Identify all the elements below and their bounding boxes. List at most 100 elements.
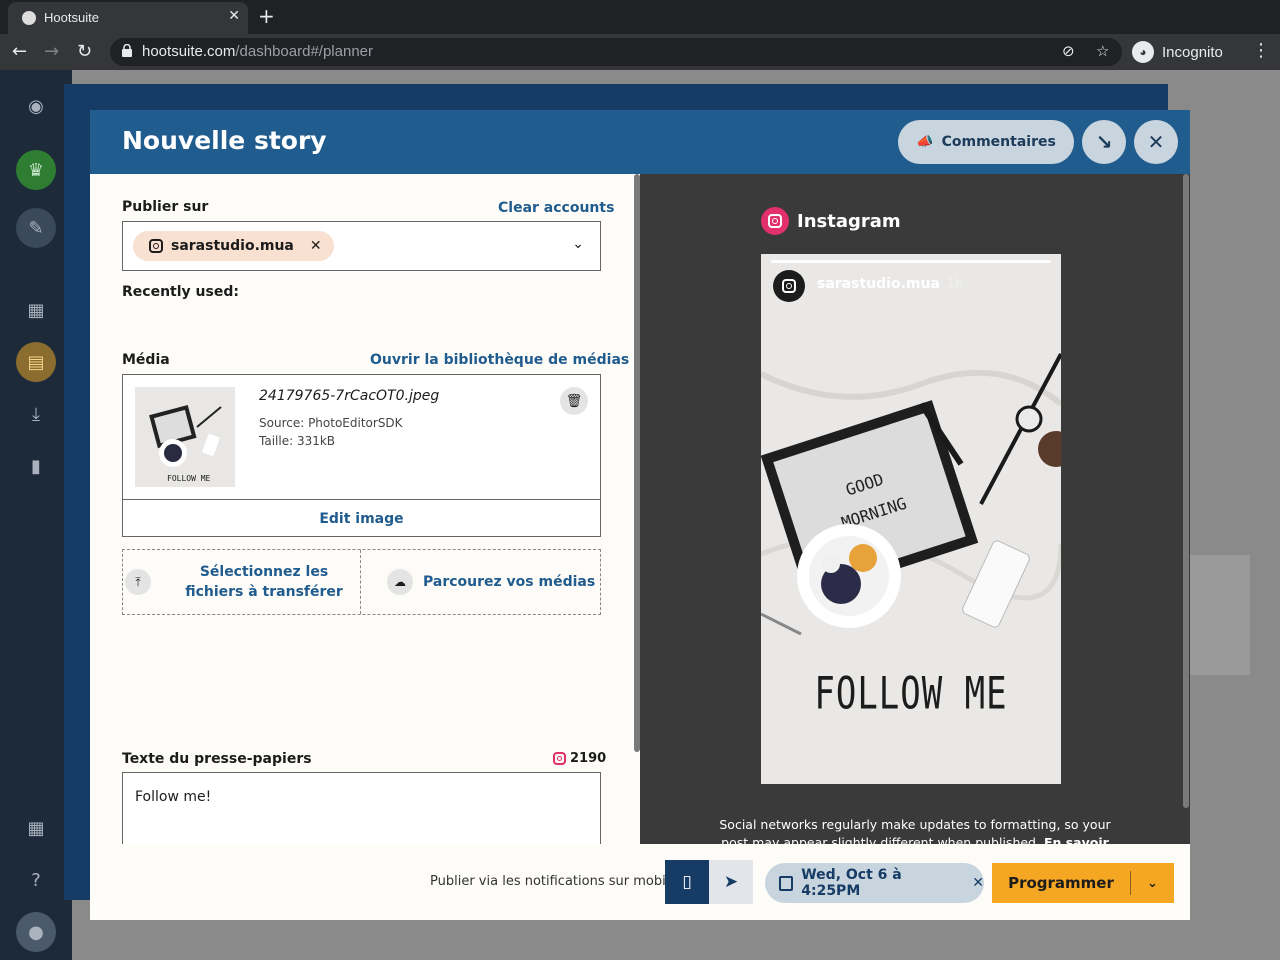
analytics-icon[interactable]: ▮ xyxy=(16,446,56,486)
hootsuite-owl-icon[interactable]: ◉ xyxy=(16,86,56,126)
account-selector[interactable]: sarastudio.mua ✕ ⌄ xyxy=(122,221,601,271)
browse-media-button[interactable]: ☁ Parcourez vos médias xyxy=(361,550,601,614)
reload-icon[interactable]: ↻ xyxy=(77,41,92,62)
thumbnail-image xyxy=(135,387,235,487)
upload-files-label: Sélectionnez les fichiers à transférer xyxy=(185,564,343,600)
lock-icon xyxy=(122,44,132,57)
url-text: hootsuite.com/dashboard#/planner xyxy=(142,43,373,60)
trash-icon: 🗑 xyxy=(565,393,583,409)
preview-network-header: Instagram xyxy=(761,207,901,235)
incognito-icon: ◕ xyxy=(1132,41,1154,63)
tab-close-icon[interactable]: ✕ xyxy=(228,8,240,24)
instagram-icon xyxy=(149,239,163,253)
character-count: 2190 xyxy=(570,751,607,766)
apps-grid-icon[interactable]: ▦ xyxy=(16,808,56,848)
publish-direct-toggle[interactable]: ➤ xyxy=(709,860,753,904)
new-tab-icon[interactable]: + xyxy=(258,4,275,28)
paper-plane-icon: ➤ xyxy=(723,872,739,892)
forward-icon[interactable]: → xyxy=(44,41,59,62)
media-attachment: FOLLOW ME 24179765-7rCacOT0.jpeg Source:… xyxy=(122,374,601,537)
schedule-divider xyxy=(1130,871,1131,895)
chevron-down-icon[interactable]: ⌄ xyxy=(1131,876,1174,891)
story-avatar xyxy=(773,270,805,302)
calendar-icon xyxy=(779,875,794,891)
help-icon[interactable]: ? xyxy=(16,860,56,900)
recently-used-label: Recently used: xyxy=(122,284,239,300)
browse-media-label: Parcourez vos médias xyxy=(423,574,596,590)
profile-avatar-icon[interactable]: ● xyxy=(16,912,56,952)
schedule-date: Wed, Oct 6 à 4:25PM xyxy=(801,867,902,899)
clipboard-label: Texte du presse-papiers xyxy=(122,751,312,767)
remove-account-icon[interactable]: ✕ xyxy=(310,238,322,254)
comments-button[interactable]: 📣 Commentaires xyxy=(898,120,1074,164)
streams-icon[interactable]: ▦ xyxy=(16,290,56,330)
mobile-notification-text: Publier via les notifications sur mobile xyxy=(430,874,678,889)
schedule-button[interactable]: Programmer ⌄ xyxy=(992,863,1174,903)
mobile-phone-icon: ▯ xyxy=(682,872,692,892)
clear-date-icon[interactable]: ✕ xyxy=(972,875,984,891)
browser-tabbar: Hootsuite ✕ + xyxy=(0,0,1280,34)
delete-media-button[interactable]: 🗑 xyxy=(560,387,588,415)
inbox-icon[interactable]: ⤓ xyxy=(16,394,56,434)
modal-title: Nouvelle story xyxy=(122,126,327,155)
comments-label: Commentaires xyxy=(941,134,1056,150)
chevron-down-icon[interactable]: ⌄ xyxy=(572,236,584,252)
tracking-blocked-icon[interactable]: ⊘ xyxy=(1062,42,1075,60)
account-chip: sarastudio.mua ✕ xyxy=(133,231,334,261)
upload-icon: ⤒ xyxy=(125,569,151,595)
minimize-arrow-icon: ↘ xyxy=(1095,130,1113,154)
planner-calendar-icon[interactable]: ▤ xyxy=(16,342,56,382)
story-progress-bar xyxy=(771,260,1051,263)
thumbnail-caption: FOLLOW ME xyxy=(167,474,211,483)
upload-area: ⤒ Sélectionnez les fichiers à transférer… xyxy=(122,549,601,615)
story-caption: FOLLOW ME xyxy=(814,668,1008,720)
hootsuite-favicon-icon xyxy=(22,11,36,25)
minimize-button[interactable]: ↘ xyxy=(1082,120,1126,164)
instagram-icon xyxy=(761,207,789,235)
story-preview: GOOD MORNING sarastudio.mua 1h FOLLOW ME xyxy=(761,254,1061,784)
publish-label: Publier sur xyxy=(122,199,209,215)
close-icon: ✕ xyxy=(1147,130,1165,154)
preview-disclaimer: Social networks regularly make updates t… xyxy=(710,816,1120,844)
browser-toolbar: ← → ↻ hootsuite.com/dashboard#/planner ⊘… xyxy=(0,34,1280,70)
browser-menu-icon[interactable]: ⋮ xyxy=(1252,40,1270,61)
media-library-link[interactable]: Ouvrir la bibliothèque de médias xyxy=(370,352,629,368)
close-button[interactable]: ✕ xyxy=(1134,120,1178,164)
story-username: sarastudio.mua 1h xyxy=(817,276,964,292)
address-bar[interactable]: hootsuite.com/dashboard#/planner ⊘ ☆ xyxy=(110,38,1122,66)
bookmark-star-icon[interactable]: ☆ xyxy=(1096,42,1109,60)
compose-icon[interactable]: ✎ xyxy=(16,208,56,248)
cloud-upload-icon: ☁ xyxy=(387,569,413,595)
clipboard-text: Follow me! xyxy=(135,789,212,805)
clear-accounts-link[interactable]: Clear accounts xyxy=(498,200,614,216)
modal-footer: Publier via les notifications sur mobile… xyxy=(90,844,1190,920)
file-source: Source: PhotoEditorSDK xyxy=(259,416,403,430)
clipboard-textarea[interactable]: Follow me! ‿ xyxy=(122,772,601,844)
file-size: Taille: 331kB xyxy=(259,434,336,448)
preview-scrollbar[interactable] xyxy=(1183,174,1189,808)
character-counter: 2190 xyxy=(553,751,606,766)
media-thumbnail[interactable]: FOLLOW ME xyxy=(135,387,235,487)
app-sidebar: ◉ ♛ ✎ ▦ ▤ ⤓ ▮ ▦ ? ● xyxy=(0,70,72,960)
compose-pane: Publier sur Clear accounts sarastudio.mu… xyxy=(90,174,640,844)
new-story-modal: Nouvelle story 📣 Commentaires ↘ ✕ Publie… xyxy=(90,110,1190,920)
background-card xyxy=(1190,555,1250,675)
schedule-date-pill[interactable]: Wed, Oct 6 à 4:25PM ✕ xyxy=(765,863,984,903)
incognito-indicator[interactable]: ◕ Incognito xyxy=(1132,38,1223,66)
instagram-icon xyxy=(553,752,566,765)
tab-title: Hootsuite xyxy=(44,10,99,25)
edit-image-button[interactable]: Edit image xyxy=(123,499,600,537)
browser-tab[interactable]: Hootsuite ✕ xyxy=(8,2,248,34)
preview-network-name: Instagram xyxy=(797,210,901,232)
account-name: sarastudio.mua xyxy=(171,238,294,254)
publish-mobile-toggle[interactable]: ▯ xyxy=(665,860,709,904)
back-icon[interactable]: ← xyxy=(12,41,27,62)
preview-pane: Instagram GOOD MORNING sarastudio.mua 1h… xyxy=(640,174,1190,844)
schedule-label: Programmer xyxy=(1008,874,1114,892)
trophy-icon[interactable]: ♛ xyxy=(16,150,56,190)
modal-header: Nouvelle story 📣 Commentaires ↘ ✕ xyxy=(90,110,1190,174)
upload-files-button[interactable]: ⤒ Sélectionnez les fichiers à transférer xyxy=(123,550,360,614)
megaphone-icon: 📣 xyxy=(916,134,934,150)
media-label: Média xyxy=(122,352,170,368)
incognito-label: Incognito xyxy=(1162,43,1223,61)
